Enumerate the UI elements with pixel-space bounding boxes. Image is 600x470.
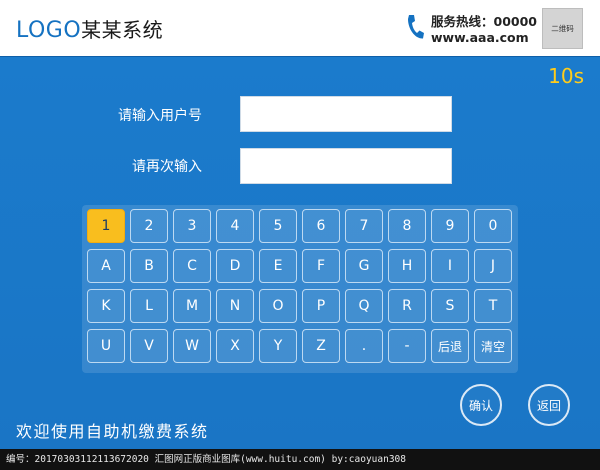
- key-7[interactable]: 7: [345, 209, 383, 243]
- key-4[interactable]: 4: [216, 209, 254, 243]
- key-8[interactable]: 8: [388, 209, 426, 243]
- key-9[interactable]: 9: [431, 209, 469, 243]
- confirm-username-input[interactable]: [240, 148, 452, 184]
- key-s[interactable]: S: [431, 289, 469, 323]
- key-r[interactable]: R: [388, 289, 426, 323]
- countdown-timer: 10s: [548, 64, 584, 88]
- key-n[interactable]: N: [216, 289, 254, 323]
- username-label: 请输入用户号: [118, 108, 202, 124]
- key-a[interactable]: A: [87, 249, 125, 283]
- key-k[interactable]: K: [87, 289, 125, 323]
- key-h[interactable]: H: [388, 249, 426, 283]
- qr-code: 二维码: [542, 8, 583, 49]
- logo-text: LOGO: [16, 18, 82, 43]
- header: LOGO某某系统 服务热线：00000 www.aaa.com 二维码: [0, 0, 600, 56]
- confirm-button[interactable]: 确认: [460, 384, 502, 426]
- key-e[interactable]: E: [259, 249, 297, 283]
- key-x[interactable]: X: [216, 329, 254, 363]
- key-q[interactable]: Q: [345, 289, 383, 323]
- key-v[interactable]: V: [130, 329, 168, 363]
- phone-icon: [408, 15, 424, 39]
- virtual-keyboard: 1 2 3 4 5 6 7 8 9 0 A B C D E F G H I J K L M N O P Q R S T U V W X Y Z. - 后退…: [82, 205, 518, 373]
- key-y[interactable]: Y: [259, 329, 297, 363]
- key-g[interactable]: G: [345, 249, 383, 283]
- key-t[interactable]: T: [474, 289, 512, 323]
- key-clear[interactable]: 清空: [474, 329, 512, 363]
- key-l[interactable]: L: [130, 289, 168, 323]
- back-button[interactable]: 返回: [528, 384, 570, 426]
- username-input[interactable]: [240, 96, 452, 132]
- system-name: 某某系统: [81, 18, 164, 42]
- key-0[interactable]: 0: [474, 209, 512, 243]
- key-b[interactable]: B: [130, 249, 168, 283]
- key-dot[interactable]: .: [345, 329, 383, 363]
- key-w[interactable]: W: [173, 329, 211, 363]
- key-6[interactable]: 6: [302, 209, 340, 243]
- key-u[interactable]: U: [87, 329, 125, 363]
- key-backspace[interactable]: 后退: [431, 329, 469, 363]
- key-m[interactable]: M: [173, 289, 211, 323]
- key-i[interactable]: I: [431, 249, 469, 283]
- key-1[interactable]: 1: [87, 209, 125, 243]
- key-2[interactable]: 2: [130, 209, 168, 243]
- key-p[interactable]: P: [302, 289, 340, 323]
- key-f[interactable]: F: [302, 249, 340, 283]
- service-hotline: 服务热线：00000: [431, 14, 537, 29]
- key-c[interactable]: C: [173, 249, 211, 283]
- key-d[interactable]: D: [216, 249, 254, 283]
- key-dash[interactable]: -: [388, 329, 426, 363]
- welcome-message: 欢迎使用自助机缴费系统: [16, 422, 209, 441]
- website-link[interactable]: www.aaa.com: [431, 30, 529, 45]
- key-o[interactable]: O: [259, 289, 297, 323]
- footer-info: 编号：20170303112113672020 汇图网正版商业图库(www.hu…: [0, 449, 600, 470]
- confirm-username-label: 请再次输入: [132, 159, 202, 175]
- logo: LOGO某某系统: [16, 14, 163, 43]
- key-3[interactable]: 3: [173, 209, 211, 243]
- key-z[interactable]: Z: [302, 329, 340, 363]
- key-5[interactable]: 5: [259, 209, 297, 243]
- key-j[interactable]: J: [474, 249, 512, 283]
